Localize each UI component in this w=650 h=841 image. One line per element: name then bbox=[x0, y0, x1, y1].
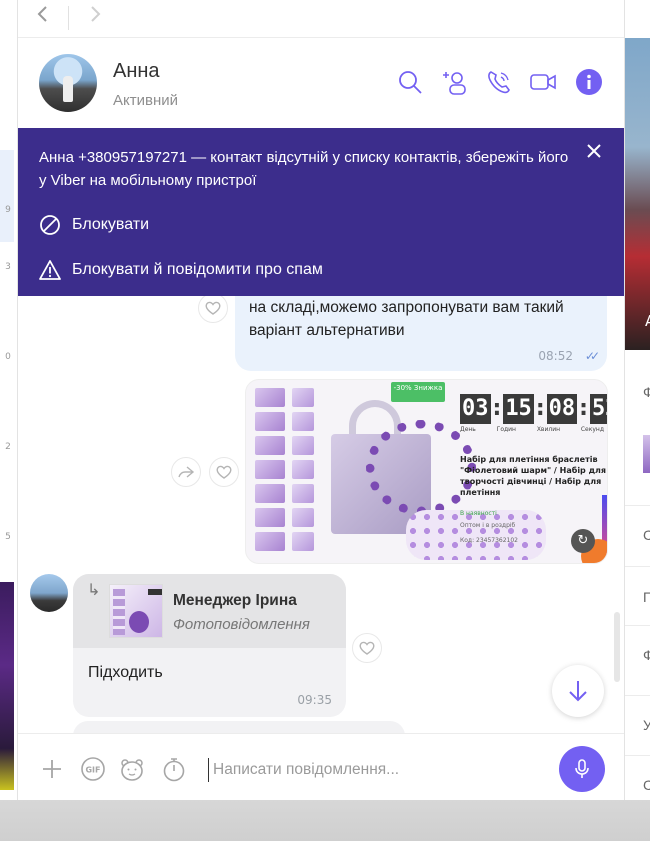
contact-status: Активний bbox=[113, 92, 178, 109]
info-icon bbox=[576, 69, 602, 95]
forward-button[interactable] bbox=[171, 457, 201, 487]
product-thumbnails bbox=[255, 388, 289, 558]
banner-close-button[interactable] bbox=[583, 142, 605, 164]
plus-icon bbox=[43, 760, 61, 778]
block-icon bbox=[40, 215, 60, 235]
message-input[interactable] bbox=[208, 758, 538, 782]
arrow-down-icon bbox=[569, 681, 587, 702]
like-button[interactable] bbox=[198, 293, 228, 323]
sliver-digit: 3 bbox=[5, 262, 11, 272]
message-composer: GIF bbox=[18, 733, 624, 800]
selected-chat-highlight bbox=[0, 150, 14, 242]
voice-message-button[interactable] bbox=[559, 746, 605, 792]
sticker-button[interactable] bbox=[119, 756, 145, 782]
video-call-button[interactable] bbox=[528, 67, 558, 97]
chat-list-thumbnail bbox=[0, 582, 14, 790]
nav-divider bbox=[68, 6, 69, 30]
contact-name[interactable]: Анна bbox=[113, 60, 160, 83]
product-thumbnails bbox=[292, 388, 322, 558]
gif-button[interactable]: GIF bbox=[80, 756, 106, 782]
quoted-sender-name: Менеджер Ірина bbox=[173, 592, 297, 609]
timer-button[interactable] bbox=[161, 756, 187, 782]
product-title: Набір для плетіння браслетів "Фіолетовий… bbox=[460, 455, 607, 497]
block-report-label: Блокувати й повідомити про спам bbox=[72, 261, 323, 278]
panel-row-label[interactable]: У bbox=[643, 717, 650, 733]
attach-button[interactable] bbox=[39, 756, 65, 782]
discount-badge: -30% Знижка bbox=[391, 382, 445, 402]
chat-list-sliver: 9 3 0 2 5 bbox=[0, 0, 18, 800]
double-check-icon: ✓✓ bbox=[584, 349, 600, 363]
next-message-bubble[interactable] bbox=[73, 721, 405, 733]
desktop-background bbox=[0, 800, 650, 841]
gif-icon: GIF bbox=[81, 757, 105, 781]
stock-status: В наявності bbox=[460, 510, 497, 517]
chat-scrollbar[interactable] bbox=[614, 612, 620, 682]
photo-forward-icon[interactable]: ↻ bbox=[571, 529, 595, 553]
countdown-labels: День Годин Хвилин Секунд bbox=[460, 426, 604, 433]
panel-row-label[interactable]: Ф bbox=[643, 384, 650, 400]
product-code: Код: 23457362102 bbox=[460, 537, 518, 544]
sender-avatar[interactable] bbox=[30, 574, 68, 612]
media-thumbnail[interactable] bbox=[643, 435, 650, 473]
svg-text:GIF: GIF bbox=[85, 766, 100, 775]
scroll-to-bottom-button[interactable] bbox=[552, 665, 604, 717]
chat-area: Анна +380957197271 — контакт відсутній у… bbox=[18, 128, 624, 733]
sliver-digit: 2 bbox=[5, 442, 11, 452]
search-icon bbox=[399, 71, 422, 94]
stopwatch-icon bbox=[163, 758, 185, 782]
incoming-message[interactable]: ↳ Менеджер Ірина Фотоповідомлення Підход… bbox=[73, 574, 346, 717]
block-label: Блокувати bbox=[72, 216, 150, 233]
warning-icon bbox=[39, 260, 61, 280]
close-icon bbox=[587, 144, 601, 158]
add-user-icon bbox=[443, 72, 466, 95]
quoted-message-type: Фотоповідомлення bbox=[173, 616, 310, 633]
heart-icon bbox=[216, 465, 232, 479]
panel-row-label[interactable]: С bbox=[643, 777, 650, 793]
quoted-photo-thumbnail bbox=[109, 584, 163, 638]
contact-cover-image: А bbox=[625, 38, 650, 350]
back-button[interactable] bbox=[30, 4, 56, 30]
message-text: на складі,можемо запропонувати вам такий… bbox=[249, 299, 564, 339]
unknown-contact-banner: Анна +380957197271 — контакт відсутній у… bbox=[18, 128, 624, 296]
block-button[interactable]: Блокувати bbox=[39, 213, 149, 237]
panel-row-label[interactable]: С bbox=[643, 527, 650, 543]
message-time: 08:52 bbox=[538, 349, 573, 363]
add-participant-button[interactable] bbox=[440, 67, 470, 97]
message-time: 09:35 bbox=[297, 693, 332, 707]
search-button[interactable] bbox=[395, 67, 425, 97]
like-button[interactable] bbox=[352, 633, 382, 663]
chat-header: Анна Активний bbox=[18, 38, 624, 128]
video-call-icon bbox=[530, 74, 556, 90]
top-navigation bbox=[18, 0, 624, 38]
sliver-digit: 0 bbox=[5, 352, 11, 362]
panel-row-label[interactable]: П bbox=[643, 589, 650, 605]
block-report-spam-button[interactable]: Блокувати й повідомити про спам bbox=[39, 258, 323, 282]
banner-text: Анна +380957197271 — контакт відсутній у… bbox=[39, 149, 569, 189]
quoted-message[interactable]: ↳ Менеджер Ірина Фотоповідомлення bbox=[73, 574, 346, 648]
sliver-digit: 5 bbox=[5, 532, 11, 542]
reply-arrow-icon: ↳ bbox=[87, 580, 101, 599]
panel-row-label[interactable]: Ф bbox=[643, 647, 650, 663]
chevron-left-icon bbox=[37, 6, 47, 22]
heart-icon bbox=[205, 301, 221, 315]
bear-sticker-icon bbox=[121, 759, 143, 781]
call-button[interactable] bbox=[484, 67, 514, 97]
forward-button[interactable] bbox=[82, 4, 108, 30]
countdown-timer: 03: 15: 08: 52 bbox=[460, 394, 607, 424]
charms-image bbox=[406, 510, 546, 560]
wholesale-note: Оптом і в роздріб bbox=[460, 522, 516, 529]
contact-avatar[interactable] bbox=[39, 54, 97, 112]
microphone-icon bbox=[575, 759, 589, 778]
info-button[interactable] bbox=[574, 67, 604, 97]
call-icon bbox=[488, 71, 510, 94]
like-button[interactable] bbox=[209, 457, 239, 487]
message-text: Підходить bbox=[88, 664, 163, 681]
photo-message[interactable]: -30% Знижка 03: 15: 08: 52 ДеньГодинХвил… bbox=[245, 379, 608, 564]
chevron-right-icon bbox=[91, 6, 101, 22]
contact-info-panel-sliver: А Ф С П Ф У С bbox=[624, 0, 650, 800]
share-arrow-icon bbox=[178, 466, 195, 478]
viber-window: 9 3 0 2 5 Анна Активний Анна +3809571972… bbox=[0, 0, 650, 841]
heart-icon bbox=[359, 641, 375, 655]
sliver-digit: 9 bbox=[5, 205, 11, 215]
